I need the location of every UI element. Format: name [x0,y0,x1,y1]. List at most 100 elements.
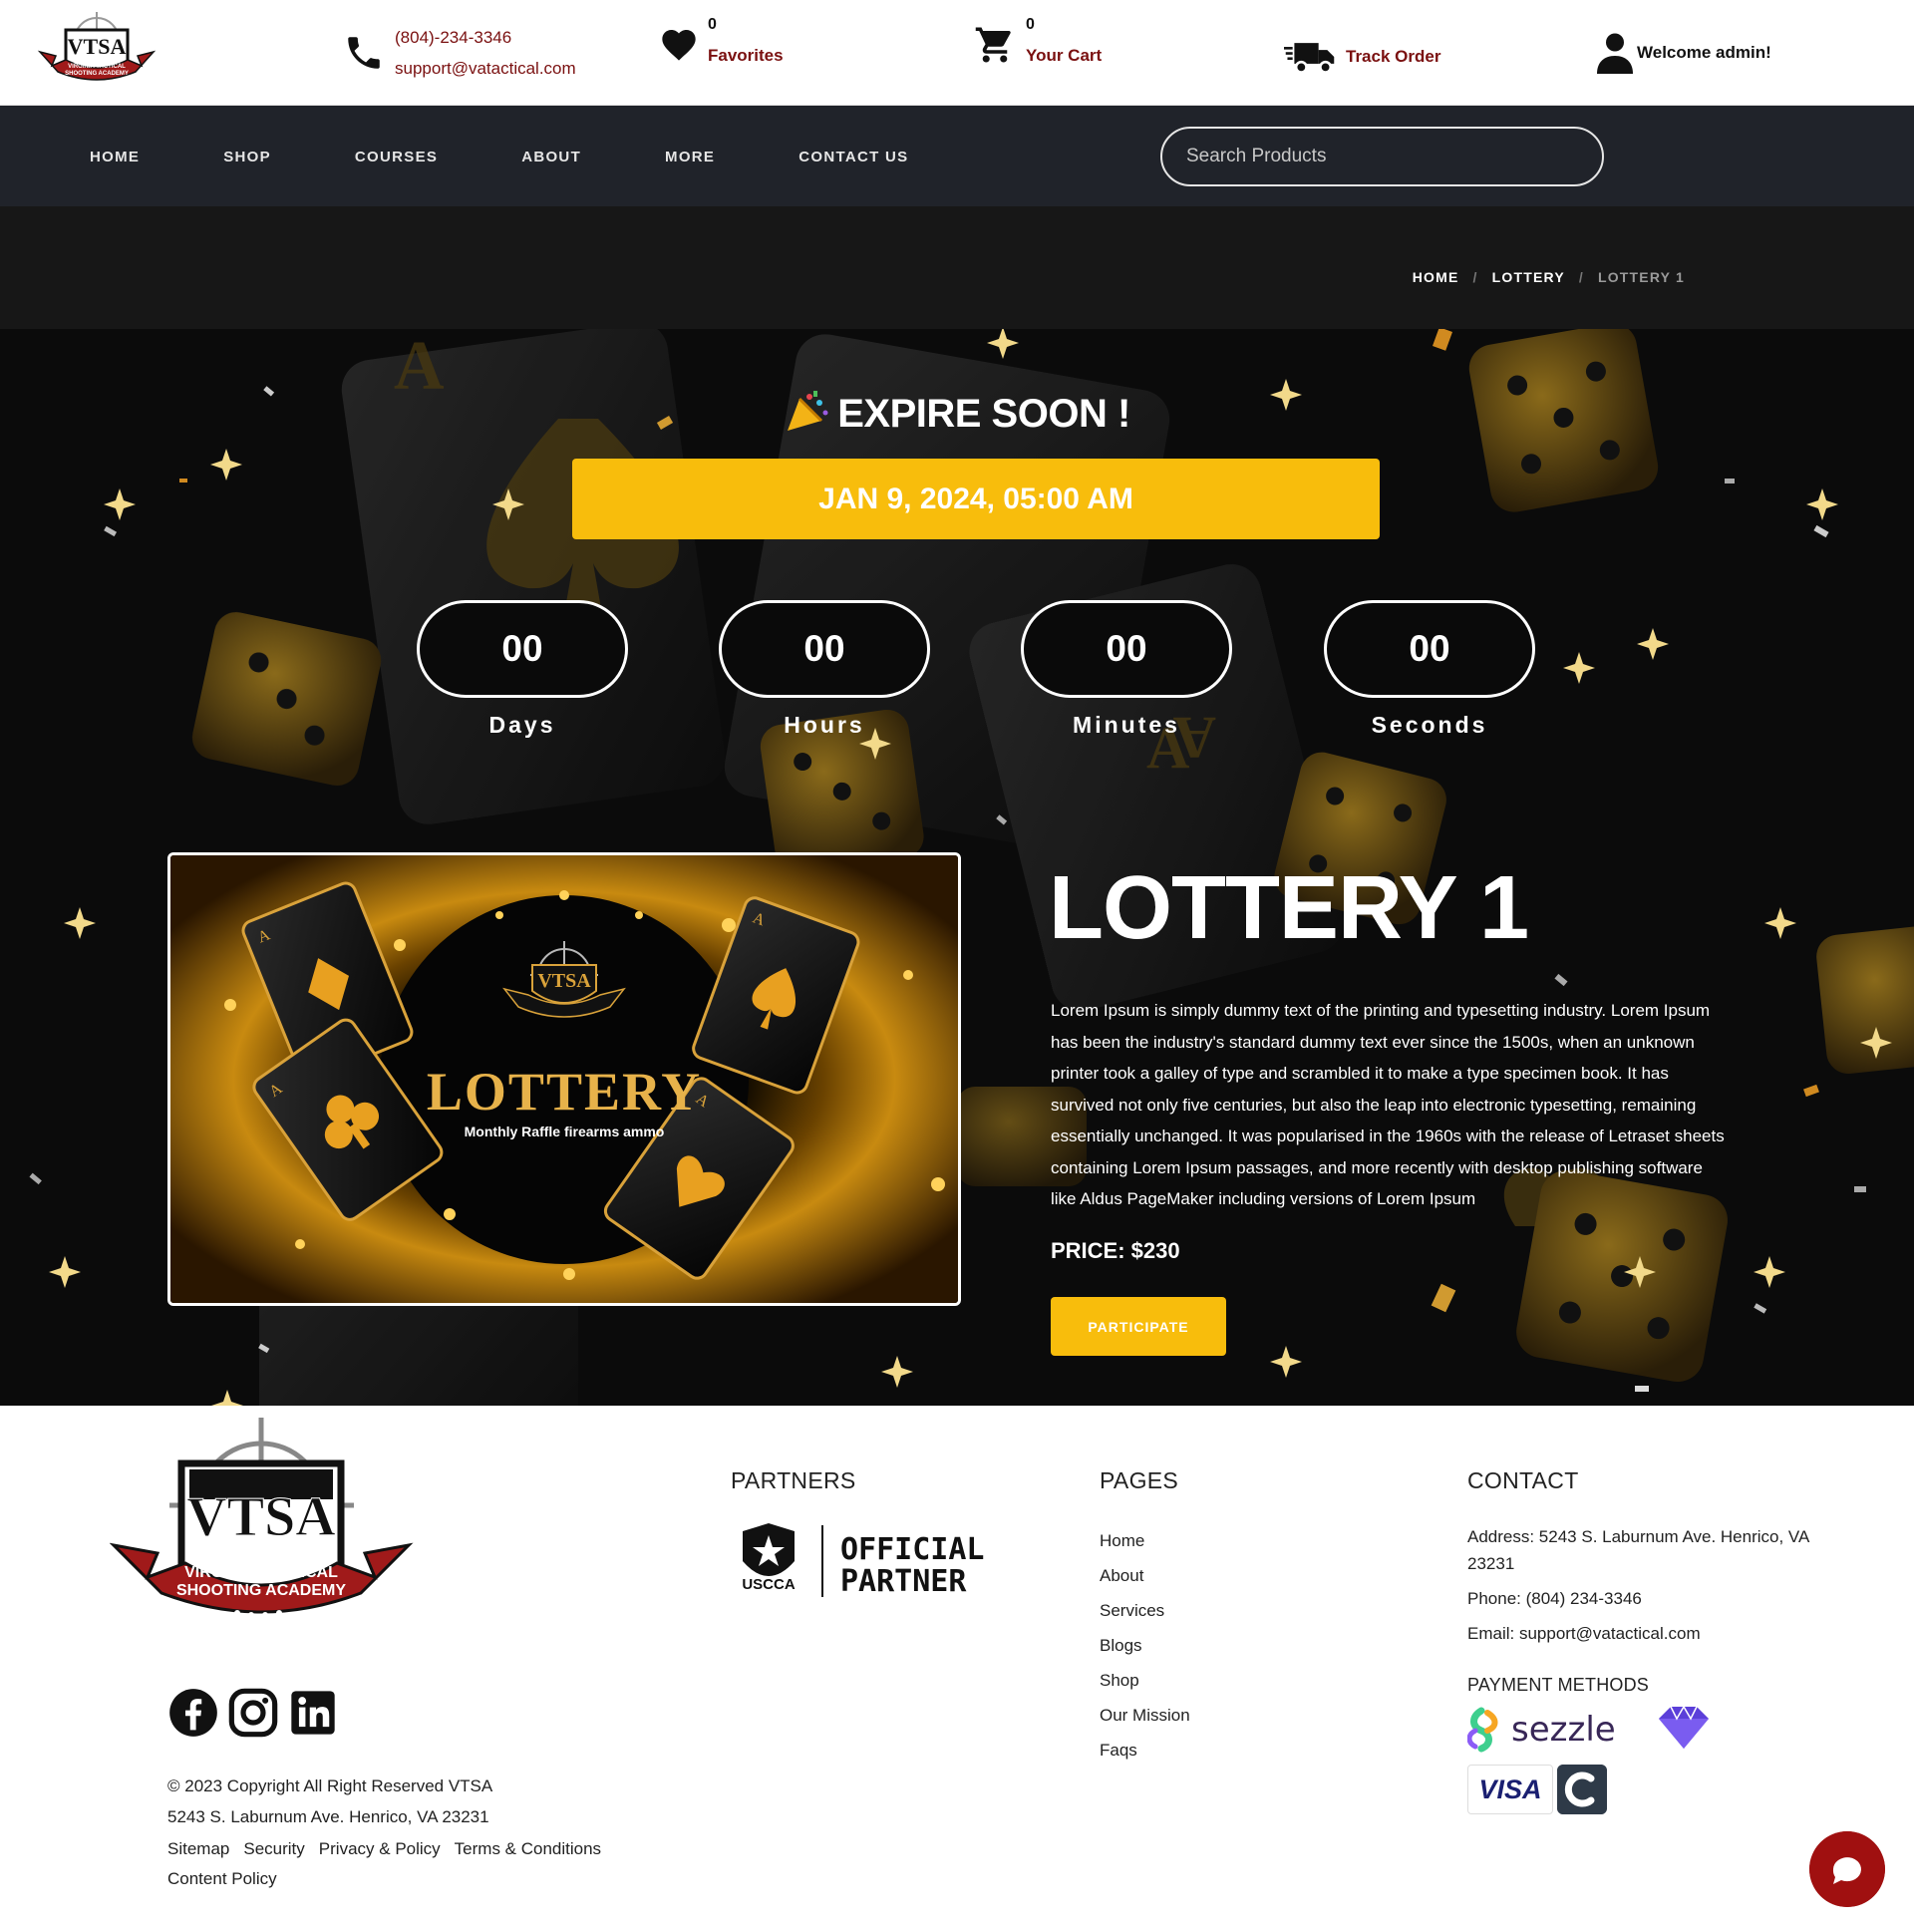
participate-button[interactable]: PARTICIPATE [1051,1297,1226,1356]
delivery-truck-icon [1284,43,1335,74]
svg-text:VTSA: VTSA [186,1486,336,1548]
footer-link-privacy[interactable]: Privacy & Policy [319,1839,441,1859]
search-input[interactable] [1160,127,1604,186]
lottery-price: PRICE: $230 [1051,1238,1180,1263]
instagram-icon[interactable] [227,1687,279,1739]
countdown-label: Minutes [1073,712,1180,738]
svg-text:OFFICIAL: OFFICIAL [840,1532,985,1567]
main-nav: HOME SHOP COURSES ABOUT MORE CONTACT US [0,105,1914,206]
footer-contact-info: Address: 5243 S. Laburnum Ave. Henrico, … [1467,1523,1826,1655]
footer-page-home[interactable]: Home [1100,1523,1190,1558]
footer-page-services[interactable]: Services [1100,1593,1190,1628]
countdown-seconds: 00 Seconds [1324,600,1535,739]
footer-page-about[interactable]: About [1100,1558,1190,1593]
copyright-block: © 2023 Copyright All Right Reserved VTSA… [167,1771,492,1832]
footer-pages-list: Home About Services Blogs Shop Our Missi… [1100,1523,1190,1768]
countdown-value: 00 [1324,600,1535,698]
pages-heading: PAGES [1100,1467,1179,1493]
track-order-link[interactable]: Track Order [1284,36,1440,78]
breadcrumb-home[interactable]: HOME [1413,269,1459,285]
svg-text:PARTNER: PARTNER [840,1564,967,1599]
footer-address: 5243 S. Laburnum Ave. Henrico, VA 23231 [167,1807,489,1826]
user-icon [1597,33,1633,74]
linkedin-icon[interactable] [287,1687,339,1739]
uscca-partner-logo[interactable]: USCCA OFFICIAL PARTNER [731,1521,992,1601]
cart-link[interactable]: 0 Your Cart [972,16,1103,66]
partners-heading: PARTNERS [731,1467,856,1493]
expire-heading: EXPIRE SOON ! [0,389,1914,437]
user-account-link[interactable]: Welcome admin! [1597,32,1771,74]
expire-label: EXPIRE SOON ! [837,392,1130,436]
svg-text:SHOOTING ACADEMY: SHOOTING ACADEMY [65,71,129,77]
contact-email[interactable]: Email: support@vatactical.com [1467,1620,1826,1647]
sezzle-logo: sezzle [1467,1707,1616,1753]
countdown-value: 00 [719,600,930,698]
social-links [167,1687,347,1739]
c-payment-icon [1557,1765,1607,1814]
countdown-label: Seconds [1371,712,1488,738]
svg-text:LOTTERY: LOTTERY [427,1062,702,1122]
footer-link-content-policy[interactable]: Content Policy [167,1869,277,1889]
svg-text:VIRGINIA TACTICAL: VIRGINIA TACTICAL [68,64,126,70]
footer-page-shop[interactable]: Shop [1100,1663,1190,1698]
countdown-label: Days [488,712,556,738]
svg-text:sezzle: sezzle [1511,1710,1616,1750]
breadcrumb-separator: / [1472,269,1478,285]
footer-link-security[interactable]: Security [243,1839,304,1859]
nav-about[interactable]: ABOUT [521,149,581,165]
top-header: VTSA VIRGINIA TACTICAL SHOOTING ACADEMY … [0,0,1914,105]
favorites-link[interactable]: 0 Favorites [658,16,784,66]
breadcrumb-separator: / [1578,269,1584,285]
gem-payment-icon [1659,1705,1709,1749]
chat-bubble-icon[interactable] [1809,1831,1885,1907]
lottery-product-image: A A A A VTSA LOTTERY Monthly Raffle fire… [167,852,961,1306]
nav-courses[interactable]: COURSES [355,149,438,165]
vtsa-logo[interactable]: VTSA VIRGINIA TACTICAL SHOOTING ACADEMY [36,10,158,96]
favorites-label: Favorites [708,46,784,65]
countdown-hours: 00 Hours [719,600,930,739]
track-order-label: Track Order [1346,47,1441,66]
breadcrumb-bar: HOME / LOTTERY / LOTTERY 1 [0,206,1914,329]
svg-text:VTSA: VTSA [68,34,127,59]
lottery-title: LOTTERY 1 [1049,858,1529,958]
payment-methods-heading: PAYMENT METHODS [1467,1675,1650,1695]
svg-text:SHOOTING ACADEMY: SHOOTING ACADEMY [176,1582,346,1599]
footer-page-blogs[interactable]: Blogs [1100,1628,1190,1663]
nav-contact-us[interactable]: CONTACT US [798,149,908,165]
contact-address: Address: 5243 S. Laburnum Ave. Henrico, … [1467,1527,1809,1573]
cart-count: 0 [1026,16,1035,33]
footer-page-our-mission[interactable]: Our Mission [1100,1698,1190,1733]
footer-vtsa-logo[interactable]: VTSA VIRGINIA TACTICAL SHOOTING ACADEMY [110,1418,414,1639]
countdown-minutes: 00 Minutes [1021,600,1232,739]
nav-home[interactable]: HOME [90,149,140,165]
contact-heading: CONTACT [1467,1467,1579,1493]
site-footer: VTSA VIRGINIA TACTICAL SHOOTING ACADEMY … [0,1406,1914,1932]
nav-shop[interactable]: SHOP [223,149,271,165]
svg-text:USCCA: USCCA [742,1576,796,1593]
favorites-count: 0 [708,16,717,33]
lottery-description: Lorem Ipsum is simply dummy text of the … [1051,1001,1725,1208]
lottery-hero: A A A EXPIRE SOON ! JAN 9, 2024, 05:00 A… [0,329,1914,1406]
visa-logo: VISA [1467,1765,1553,1814]
footer-link-terms[interactable]: Terms & Conditions [455,1839,601,1859]
heart-icon [662,30,696,61]
svg-text:VTSA: VTSA [537,970,591,992]
header-email[interactable]: support@vatactical.com [395,53,576,84]
welcome-label: Welcome admin! [1637,43,1771,62]
facebook-icon[interactable] [167,1687,219,1739]
copyright-text: © 2023 Copyright All Right Reserved VTSA [167,1776,493,1795]
header-contact: (804)-234-3346 support@vatactical.com [343,22,576,84]
cart-icon [975,27,1011,63]
footer-legal-links: Sitemap Security Privacy & Policy Terms … [167,1839,615,1859]
nav-more[interactable]: MORE [665,149,715,165]
countdown-days: 00 Days [417,600,628,739]
countdown-value: 00 [417,600,628,698]
footer-page-faqs[interactable]: Faqs [1100,1733,1190,1768]
breadcrumb-lottery[interactable]: LOTTERY [1492,269,1565,285]
header-phone[interactable]: (804)-234-3346 [395,22,576,53]
svg-text:VIRGINIA TACTICAL: VIRGINIA TACTICAL [184,1564,338,1581]
contact-phone[interactable]: Phone: (804) 234-3346 [1467,1585,1826,1612]
breadcrumb: HOME / LOTTERY / LOTTERY 1 [1413,269,1685,285]
cart-label: Your Cart [1026,46,1103,65]
footer-link-sitemap[interactable]: Sitemap [167,1839,229,1859]
